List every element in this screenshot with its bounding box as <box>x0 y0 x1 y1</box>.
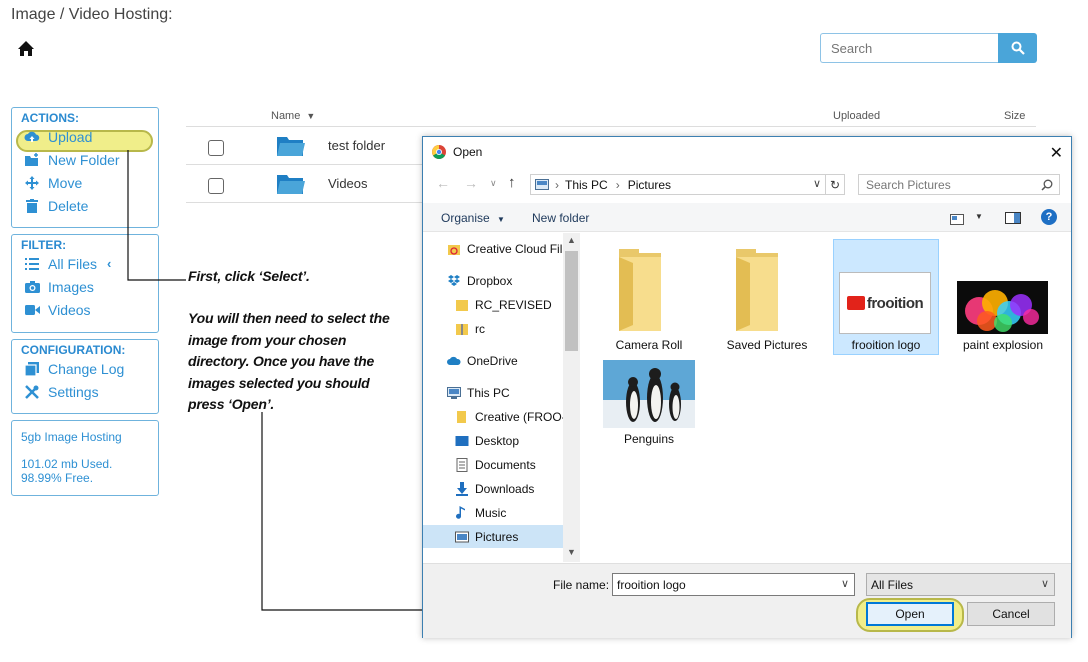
file-type-select[interactable]: All Files ∨ <box>866 573 1055 596</box>
logo-text: frooition <box>866 294 924 312</box>
recent-chevron-icon[interactable]: ∨ <box>490 178 497 189</box>
logo-mark-icon <box>846 296 865 310</box>
nav-label: Music <box>475 506 507 520</box>
nav-label: Creative (FROO- <box>475 410 566 424</box>
nav-this-pc[interactable]: This PC <box>447 382 510 404</box>
dialog-footer: File name: frooition logo ∨ All Files ∨ … <box>423 563 1071 638</box>
chrome-icon <box>432 145 446 159</box>
close-icon[interactable]: ✕ <box>1050 143 1063 163</box>
back-arrow-icon[interactable]: ← <box>436 175 450 191</box>
organise-menu[interactable]: Organise ▼ <box>441 211 505 225</box>
zip-folder-icon <box>456 324 468 335</box>
onedrive-icon <box>447 356 461 365</box>
breadcrumb-pictures[interactable]: Pictures <box>628 178 671 192</box>
tile-paint-explosion[interactable] <box>957 281 1048 334</box>
nav-music[interactable]: Music <box>455 502 506 524</box>
nav-label: rc <box>475 322 485 336</box>
nav-downloads[interactable]: Downloads <box>455 478 534 500</box>
tile-label: Saved Pictures <box>726 338 808 352</box>
open-button[interactable]: Open <box>866 602 954 626</box>
breadcrumb-sep-icon: › <box>555 177 559 192</box>
chevron-down-icon[interactable]: ∨ <box>813 177 821 190</box>
forward-arrow-icon[interactable]: → <box>464 175 478 191</box>
dialog-toolbar: Organise ▼ New folder ▼ ? <box>423 203 1071 232</box>
pc-icon <box>447 387 461 399</box>
dialog-title: Open <box>453 145 483 159</box>
nav-label: Desktop <box>475 434 520 448</box>
address-bar[interactable]: › This PC › Pictures ∨ <box>530 174 826 195</box>
paint-explosion-image <box>965 290 1039 332</box>
file-name-input[interactable]: frooition logo ∨ <box>612 573 855 596</box>
documents-icon <box>456 458 468 472</box>
nav-rc[interactable]: rc <box>455 318 485 340</box>
tile-saved-pictures[interactable] <box>726 247 788 340</box>
creative-cloud-icon <box>448 245 460 255</box>
new-folder-dialog-button[interactable]: New folder <box>532 211 589 225</box>
folder-icon <box>457 411 466 423</box>
pictures-icon <box>455 531 469 543</box>
nav-dropbox[interactable]: Dropbox <box>447 270 512 292</box>
nav-label: Documents <box>475 458 536 472</box>
refresh-icon[interactable]: ↻ <box>826 174 845 195</box>
file-name-value: frooition logo <box>617 578 686 592</box>
nav-label: This PC <box>467 386 510 400</box>
dialog-search-input[interactable]: Search Pictures <box>858 174 1060 195</box>
chevron-down-icon: ∨ <box>1040 578 1049 590</box>
nav-creative-froo[interactable]: Creative (FROO- <box>455 406 566 428</box>
view-dropdown-icon[interactable]: ▼ <box>975 212 983 221</box>
folder-icon <box>736 249 778 331</box>
nav-creative-cloud[interactable]: Creative Cloud Fil <box>447 238 562 260</box>
nav-onedrive[interactable]: OneDrive <box>447 350 518 372</box>
folder-icon <box>619 249 661 331</box>
nav-scrollbar[interactable]: ▲ ▼ <box>563 233 580 562</box>
tile-label: frooition logo <box>851 338 921 352</box>
dialog-search-placeholder: Search Pictures <box>866 178 951 192</box>
search-icon <box>1041 179 1053 191</box>
file-name-label: File name: <box>553 578 610 592</box>
pc-icon <box>535 179 549 190</box>
tile-label: Camera Roll <box>615 338 683 352</box>
open-dialog: Open ✕ ← → ∨ ↑ › This PC › Pictures ∨ ↻ … <box>422 136 1072 638</box>
nav-label: Dropbox <box>467 274 513 288</box>
help-icon[interactable]: ? <box>1041 209 1057 225</box>
file-type-value: All Files <box>871 578 914 592</box>
dropbox-icon <box>448 275 460 286</box>
cancel-button[interactable]: Cancel <box>967 602 1055 626</box>
scroll-thumb[interactable] <box>565 251 578 351</box>
tile-camera-roll[interactable] <box>609 247 671 340</box>
navigation-pane: Creative Cloud Fil Dropbox RC_REVISED rc… <box>423 233 579 562</box>
folder-icon <box>456 300 468 311</box>
nav-label: Downloads <box>475 482 535 496</box>
nav-label: OneDrive <box>467 354 518 368</box>
nav-desktop[interactable]: Desktop <box>455 430 519 452</box>
nav-label: RC_REVISED <box>475 298 552 312</box>
penguins-image <box>603 360 695 428</box>
nav-pictures[interactable]: Pictures <box>455 526 518 548</box>
desktop-icon <box>455 436 469 446</box>
frooition-logo-image: frooition <box>839 272 931 334</box>
dropdown-arrow-icon: ▼ <box>497 215 505 224</box>
music-icon <box>456 506 465 519</box>
breadcrumb-this-pc[interactable]: This PC <box>565 178 608 192</box>
scroll-down-icon[interactable]: ▼ <box>567 547 576 557</box>
breadcrumb-sep-icon: › <box>615 177 620 192</box>
tile-label: paint explosion <box>962 338 1044 352</box>
chevron-down-icon[interactable]: ∨ <box>841 577 849 590</box>
preview-pane-icon[interactable] <box>1005 211 1021 229</box>
nav-label: Pictures <box>475 530 519 544</box>
organise-label: Organise <box>441 211 490 225</box>
scroll-up-icon[interactable]: ▲ <box>567 235 576 245</box>
nav-documents[interactable]: Documents <box>455 454 536 476</box>
nav-rc-revised[interactable]: RC_REVISED <box>455 294 552 316</box>
tile-penguins[interactable] <box>603 360 695 428</box>
downloads-icon <box>456 482 468 496</box>
view-options-icon[interactable] <box>950 212 964 230</box>
tile-label: Penguins <box>623 432 675 446</box>
nav-label: Creative Cloud Fil <box>467 242 563 256</box>
up-arrow-icon[interactable]: ↑ <box>508 174 516 191</box>
